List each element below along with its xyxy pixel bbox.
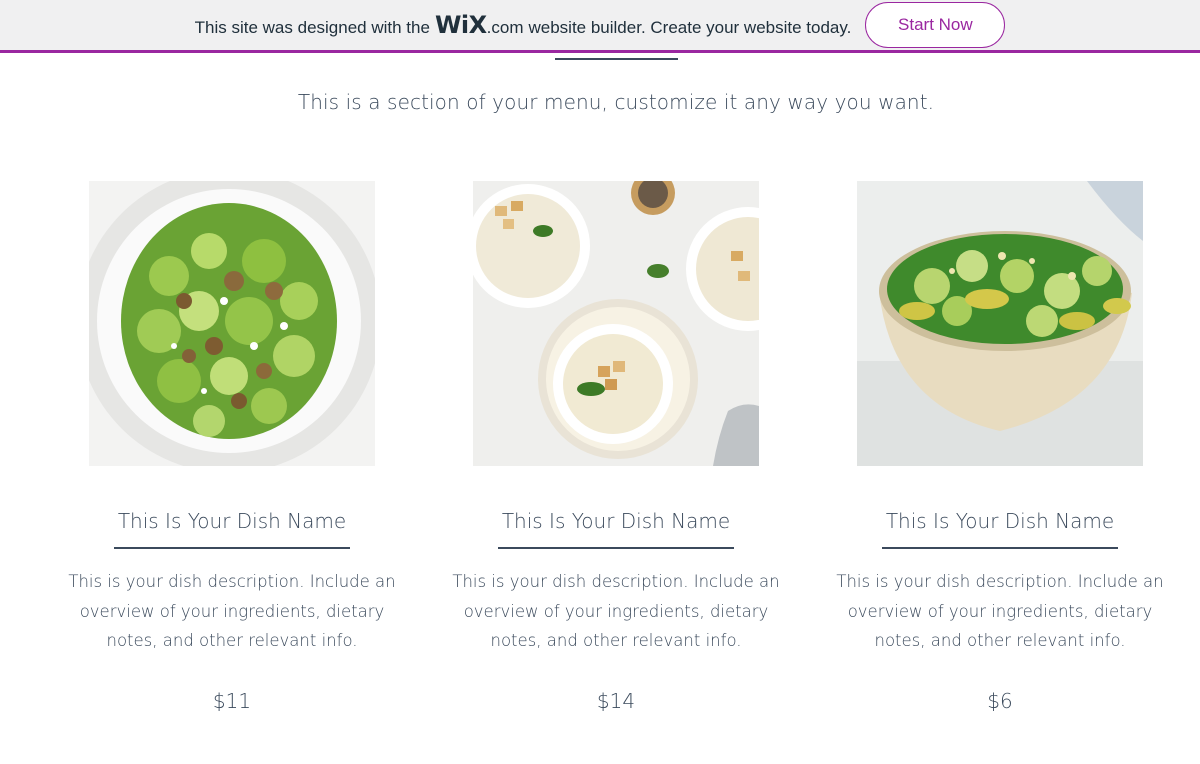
dish-description: This is your dish description. Include a… — [836, 572, 1164, 650]
dish-divider — [882, 547, 1118, 549]
wix-promo-banner: This site was designed with the WiX .com… — [0, 0, 1200, 53]
banner-message: This site was designed with the WiX .com… — [195, 11, 852, 39]
section-divider — [555, 58, 678, 60]
dish-name: This Is Your Dish Name — [117, 509, 347, 533]
section-intro: This is a section of your menu, customiz… — [297, 90, 935, 114]
dish-divider — [114, 547, 350, 549]
start-now-button[interactable]: Start Now — [865, 2, 1006, 48]
dish-photo-cream-soup — [473, 181, 759, 466]
dish-photo-green-salad-bowl — [857, 181, 1143, 466]
menu-item: This Is Your Dish Name This is your dish… — [62, 181, 402, 713]
dish-price: $11 — [212, 688, 252, 713]
banner-text-before: This site was designed with the — [194, 18, 430, 37]
dish-name: This Is Your Dish Name — [501, 509, 731, 533]
dish-price: $14 — [596, 688, 636, 713]
dish-photo-brussels-sprouts-salad — [89, 181, 375, 466]
dish-divider — [498, 547, 734, 549]
dish-price: $6 — [987, 688, 1013, 713]
wix-logo-suffix: .com — [486, 18, 524, 37]
dish-description: This is your dish description. Include a… — [68, 572, 396, 650]
wix-logo: WiX — [434, 11, 487, 39]
dish-name: This Is Your Dish Name — [885, 509, 1115, 533]
menu-item: This Is Your Dish Name This is your dish… — [830, 181, 1170, 713]
banner-text-after: website builder. Create your website tod… — [528, 18, 852, 37]
dish-description: This is your dish description. Include a… — [452, 572, 780, 650]
menu-item: This Is Your Dish Name This is your dish… — [446, 181, 786, 713]
